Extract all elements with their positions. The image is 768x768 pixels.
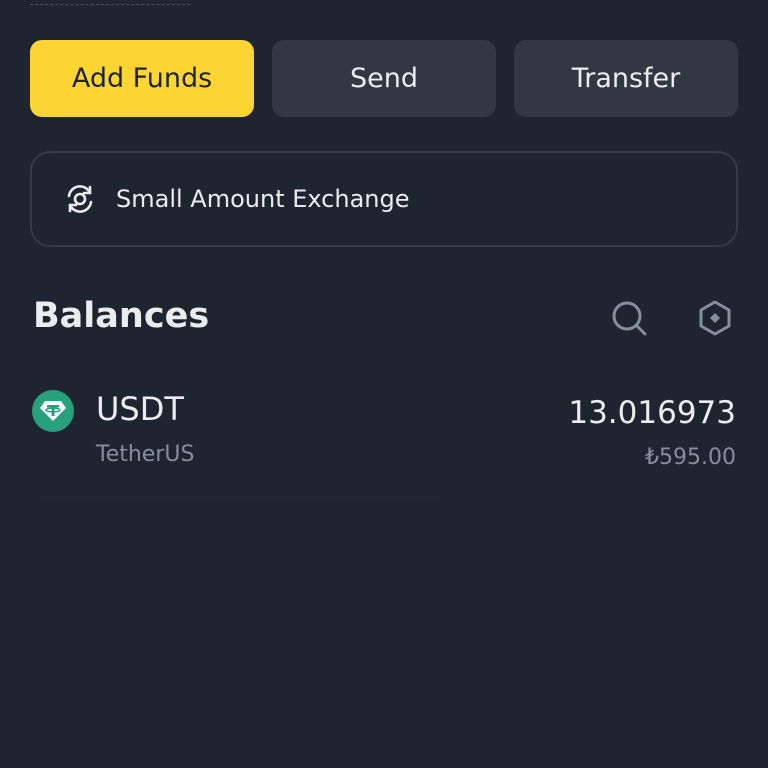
asset-symbol: USDT <box>96 390 184 428</box>
tether-logo-icon <box>32 390 74 432</box>
action-buttons-row: Add Funds Send Transfer <box>30 40 738 117</box>
search-icon[interactable] <box>606 295 652 341</box>
hexagon-settings-icon[interactable] <box>692 295 738 341</box>
asset-row-usdt[interactable]: USDT TetherUS 13.016973 ₺595.00 <box>30 380 738 498</box>
small-amount-exchange-button[interactable]: Small Amount Exchange <box>30 151 738 247</box>
send-button[interactable]: Send <box>272 40 496 117</box>
asset-name: TetherUS <box>96 442 195 467</box>
wallet-screen: Add Funds Send Transfer Small Amount Exc… <box>0 0 768 768</box>
transfer-button[interactable]: Transfer <box>514 40 738 117</box>
asset-fiat-value: ₺595.00 <box>645 445 736 470</box>
asset-amount: 13.016973 <box>568 395 736 431</box>
small-amount-exchange-label: Small Amount Exchange <box>116 185 410 213</box>
top-divider <box>30 4 190 5</box>
balances-title: Balances <box>33 296 210 336</box>
exchange-refresh-icon <box>62 181 98 217</box>
row-divider <box>40 497 440 498</box>
add-funds-button[interactable]: Add Funds <box>30 40 254 117</box>
